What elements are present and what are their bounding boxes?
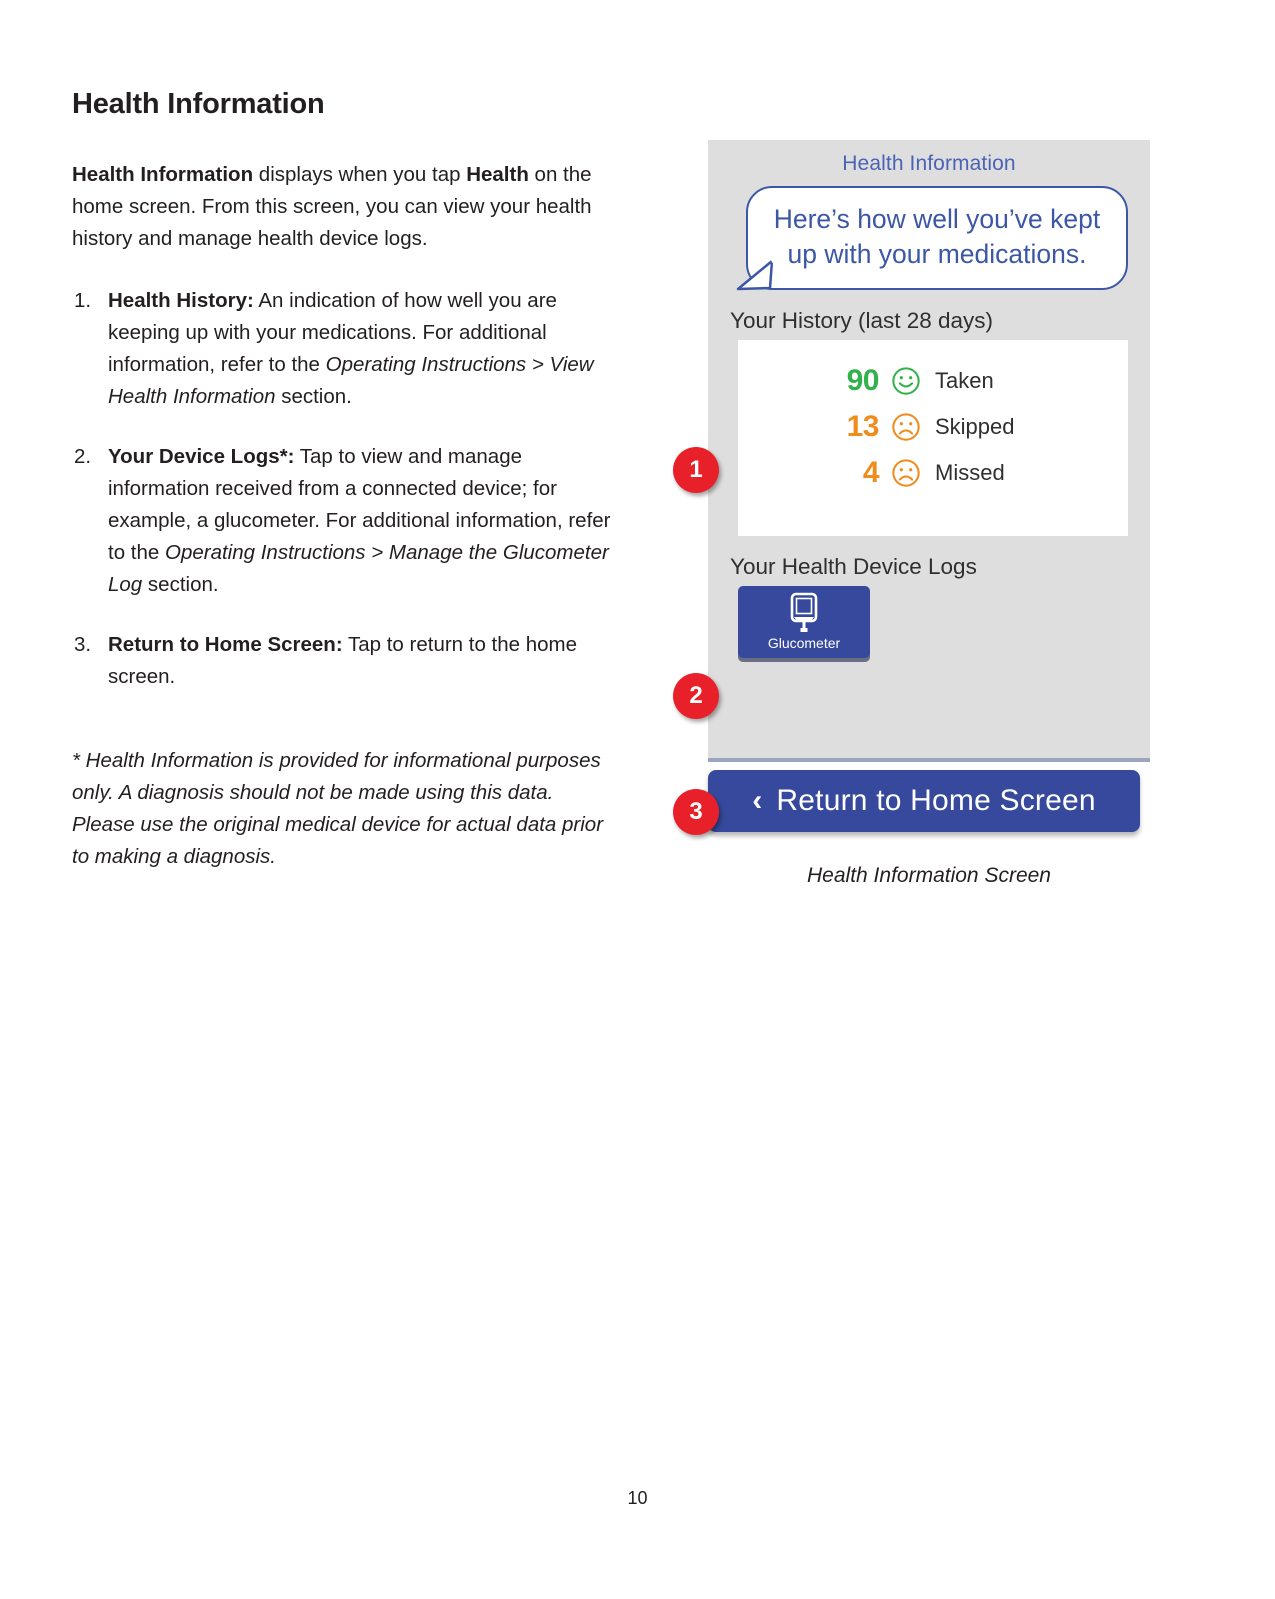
page-number: 10 [627, 1488, 648, 1508]
callout-badge-3: 3 [673, 789, 719, 835]
list-item: 2. Your Device Logs*: Tap to view and man… [72, 441, 617, 601]
speech-bubble: Here’s how well you’ve kept up with your… [736, 186, 1128, 291]
glucometer-button-label: Glucometer [767, 634, 841, 651]
glucometer-icon [790, 592, 818, 632]
frowny-face-icon [892, 459, 920, 487]
intro-bold-lead: Health Information [72, 163, 254, 187]
history-section-label: Your History (last 28 days) [730, 307, 994, 333]
history-card[interactable]: 90 Taken 13 Skipped 4 Missed [738, 339, 1128, 536]
history-row-skipped: 13 Skipped [738, 410, 1128, 444]
page-title: Health Information [72, 88, 325, 120]
history-count-missed: 4 [862, 455, 880, 489]
history-row-missed: 4 Missed [738, 456, 1128, 490]
panel-divider [708, 758, 1150, 762]
history-row-taken: 90 Taken [738, 364, 1128, 398]
document-body: Health Information Health Information di… [72, 88, 617, 873]
intro-bold-health: Health [466, 163, 529, 187]
history-label-skipped: Skipped [935, 413, 1015, 439]
device-screen-panel: Health Information Here’s how well you’v… [708, 140, 1150, 762]
numbered-list: 1. Health History: An indication of how w… [72, 285, 617, 693]
smiley-face-icon [892, 367, 920, 395]
device-logs-row: Glucometer [738, 585, 1150, 658]
callout-badge-2: 2 [673, 673, 719, 719]
intro-text-1: displays when you tap [253, 163, 467, 187]
figure-health-information-screen: Health Information Here’s how well you’v… [708, 140, 1150, 888]
history-label-missed: Missed [935, 459, 1005, 485]
list-item-term: Return to Home Screen: [108, 632, 343, 656]
list-item: 3. Return to Home Screen: Tap to return t… [72, 629, 617, 693]
speech-bubble-tail-icon [736, 258, 774, 291]
figure-caption: Health Information Screen [807, 864, 1051, 887]
list-item-number: 1. [74, 289, 92, 313]
history-label-taken: Taken [935, 367, 994, 393]
list-item-body-2: section. [142, 573, 219, 596]
list-item-number: 2. [74, 445, 92, 469]
glucometer-button[interactable]: Glucometer [738, 585, 870, 658]
return-home-button-label: Return to Home Screen [776, 784, 1096, 817]
screen-title: Health Information [842, 152, 1016, 175]
list-item-term: Your Device Logs*: [108, 445, 295, 469]
chevron-left-icon: ‹ [752, 784, 763, 817]
list-item: 1. Health History: An indication of how w… [72, 285, 617, 413]
list-item-body-2: section. [275, 385, 352, 409]
list-item-number: 3. [74, 632, 92, 656]
intro-paragraph: Health Information displays when you tap… [72, 159, 617, 255]
callout-badge-1: 1 [673, 447, 719, 493]
speech-bubble-text: Here’s how well you’ve kept up with your… [773, 204, 1101, 269]
history-count-taken: 90 [846, 363, 880, 397]
return-home-button[interactable]: ‹ Return to Home Screen [708, 770, 1140, 832]
footnote-disclaimer: * Health Information is provided for inf… [72, 748, 604, 868]
history-count-skipped: 13 [846, 409, 880, 443]
device-logs-section-label: Your Health Device Logs [730, 553, 977, 579]
frowny-face-icon [892, 413, 920, 441]
list-item-term: Health History: [108, 289, 254, 313]
